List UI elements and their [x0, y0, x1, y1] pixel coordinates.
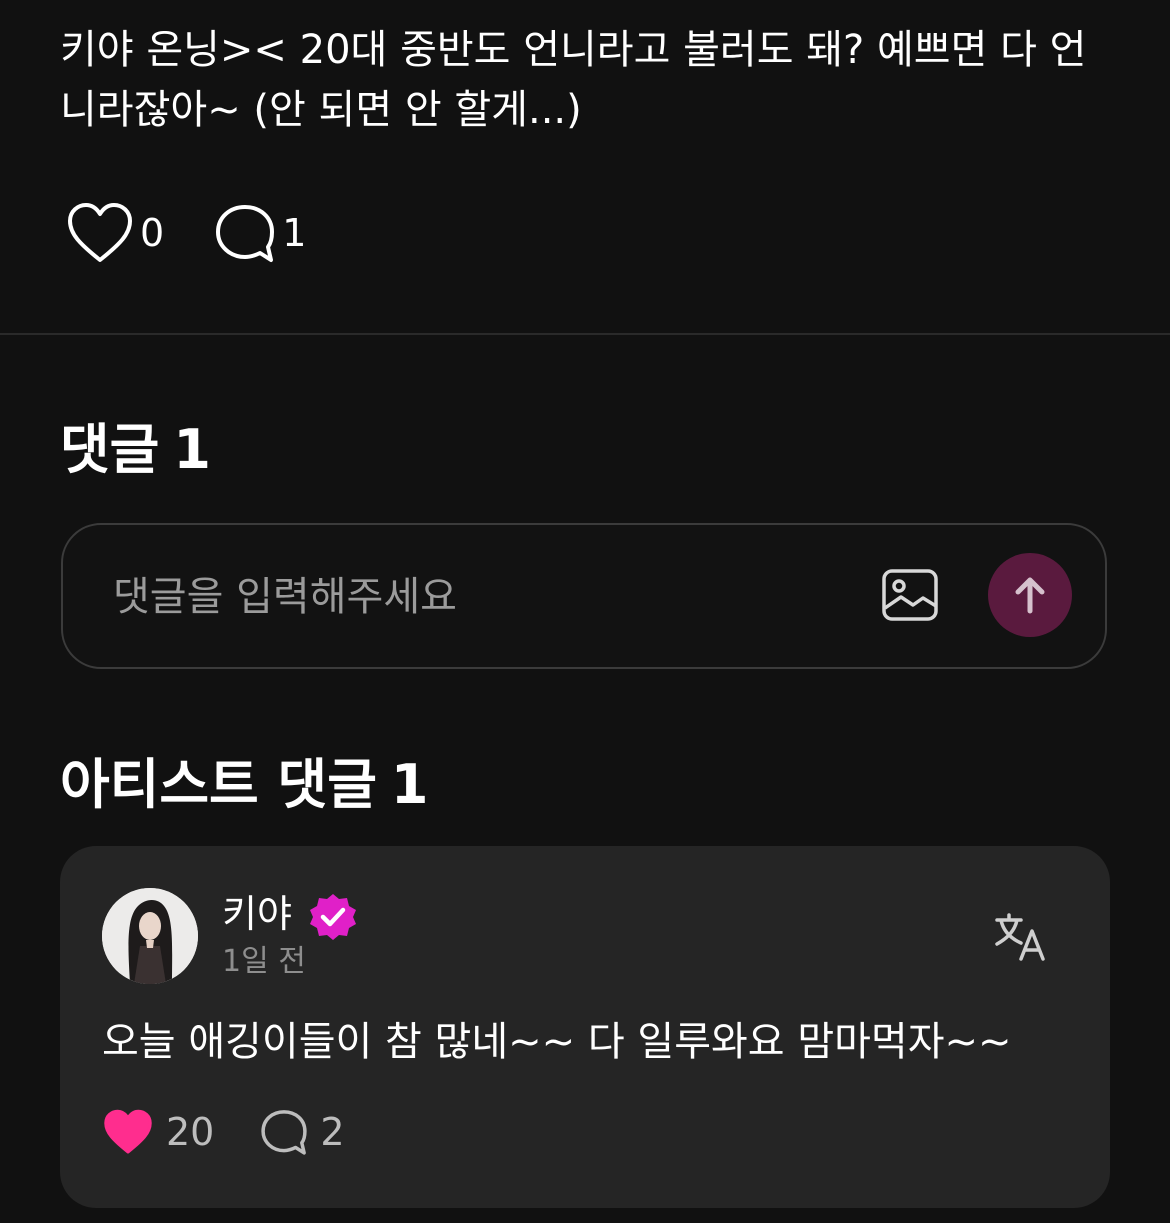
attach-image-button[interactable] [881, 568, 939, 622]
send-comment-button[interactable] [988, 553, 1072, 637]
post-comment-count: 1 [282, 211, 307, 255]
avatar[interactable] [102, 888, 198, 984]
comment-time: 1일 전 [222, 944, 306, 979]
heart-icon [68, 203, 132, 262]
translate-icon [995, 913, 1045, 961]
comment-reply-count: 2 [320, 1110, 345, 1154]
artist-comments-heading-label: 아티스트 댓글 [60, 753, 377, 816]
comment-input[interactable] [113, 569, 813, 625]
translate-button[interactable] [994, 912, 1048, 962]
comment-text: 오늘 애깅이들이 참 많네~~ 다 일루와요 맘마먹자~~ [102, 1019, 1012, 1065]
comment-icon [216, 205, 275, 262]
post-like-count: 0 [140, 211, 165, 255]
comment-author-name[interactable]: 키야 [222, 890, 292, 938]
comments-heading: 댓글 1 [60, 420, 211, 480]
comment-reply-button[interactable]: 2 [260, 1108, 345, 1156]
post-like-button[interactable]: 0 [66, 202, 164, 264]
artist-comment-card: 키야 1일 전 오늘 애깅이들이 참 많네~~ 다 일루와요 맘마먹자~~ 20 [60, 846, 1110, 1208]
post-text: 키야 온닝>< 20대 중반도 언니라고 불러도 돼? 예쁘면 다 언 니라잖아… [60, 27, 1087, 133]
image-icon [882, 569, 938, 621]
arrow-up-icon [1015, 577, 1045, 614]
comments-heading-count: 1 [173, 418, 211, 481]
post-actions: 0 1 [66, 198, 306, 268]
comment-icon [261, 1110, 308, 1155]
artist-comments-heading-count: 1 [390, 753, 429, 816]
heart-icon [104, 1109, 152, 1154]
avatar-image [102, 888, 198, 984]
comment-actions: 20 2 [102, 1108, 345, 1156]
comment-like-count: 20 [166, 1110, 215, 1154]
artist-comments-heading: 아티스트 댓글 1 [60, 755, 428, 815]
post-detail-page: 키야 온닝>< 20대 중반도 언니라고 불러도 돼? 예쁘면 다 언 니라잖아… [0, 0, 1170, 1223]
comment-like-button[interactable]: 20 [102, 1109, 214, 1155]
post-comment-button[interactable]: 1 [214, 202, 306, 264]
comment-composer [61, 523, 1107, 669]
section-divider [0, 333, 1170, 335]
comments-heading-label: 댓글 [60, 418, 160, 481]
verified-badge-icon [308, 892, 358, 942]
